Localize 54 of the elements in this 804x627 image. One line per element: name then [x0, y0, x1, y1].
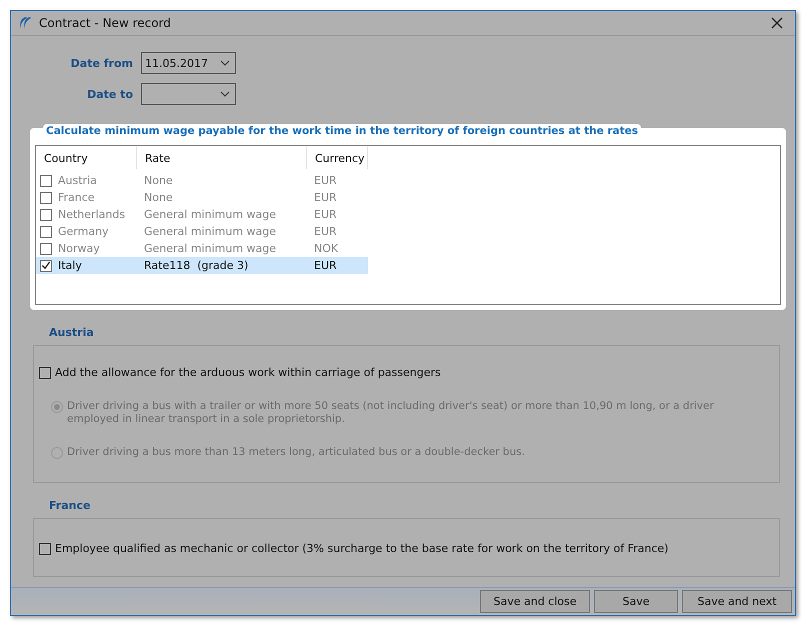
- table-cell-text: NOK: [313, 242, 340, 255]
- checkbox[interactable]: [39, 366, 51, 378]
- checkbox[interactable]: [40, 260, 52, 272]
- table-cell-text: EUR: [313, 174, 338, 187]
- dropdown-caret-icon[interactable]: [220, 60, 230, 66]
- date-field[interactable]: 11.05.2017: [141, 52, 236, 74]
- table-cell-text: None: [143, 191, 174, 204]
- table-cell: Netherlands: [58, 208, 126, 221]
- table-cell: Italy: [58, 259, 82, 272]
- checkbox[interactable]: [40, 242, 52, 254]
- footer-button[interactable]: Save and close: [480, 590, 590, 613]
- table-cell: Norway: [58, 242, 100, 255]
- column-header[interactable]: Rate: [137, 147, 307, 169]
- table-row[interactable]: Norway General minimum wage NOK: [36, 240, 368, 257]
- checkbox-label: Employee qualified as mechanic or collector (3% surcharge to the base rate for work on the territory of France): [55, 542, 668, 555]
- checkbox[interactable]: [40, 192, 52, 204]
- table-cell-text: Rate118 (grade 3): [143, 259, 250, 272]
- field-label: Date from: [70, 56, 134, 70]
- table-cell-text: EUR: [313, 191, 338, 204]
- table-cell-text: General minimum wage: [143, 208, 278, 221]
- field-label: Date to: [86, 88, 134, 100]
- column-header[interactable]: Country: [36, 147, 137, 169]
- footer-button[interactable]: Save: [594, 590, 678, 613]
- group-title: Calculate minimum wage payable for the work time in the territory of foreign countries at the rates: [43, 124, 641, 137]
- close-icon[interactable]: [771, 17, 783, 29]
- table-cell-text: General minimum wage: [143, 242, 278, 255]
- table-row[interactable]: Netherlands General minimum wage EUR: [36, 206, 368, 223]
- table-cell-text: EUR: [313, 225, 338, 238]
- section-title: Austria: [49, 326, 95, 339]
- dropdown-caret-icon[interactable]: [220, 91, 230, 97]
- checkbox-label: Add the allowance for the arduous work within carriage of passengers: [55, 366, 441, 379]
- app-logo-icon: [17, 15, 33, 31]
- table-row[interactable]: Austria None EUR: [36, 172, 368, 189]
- checkbox[interactable]: [40, 174, 52, 186]
- date-field[interactable]: [141, 83, 236, 105]
- section-title: France: [49, 499, 92, 512]
- checkbox[interactable]: [39, 542, 51, 554]
- table-row[interactable]: Italy Rate118 (grade 3) EUR: [36, 257, 368, 274]
- radio-label: Driver driving a bus more than 13 meters long, articulated bus or a double-decker bus.: [67, 446, 525, 459]
- table-cell: France: [58, 191, 95, 204]
- table-row[interactable]: Germany General minimum wage EUR: [36, 223, 368, 240]
- table-cell: Austria: [58, 174, 97, 187]
- checkbox[interactable]: [40, 226, 52, 238]
- table-cell-text: None: [143, 174, 174, 187]
- footer-button[interactable]: Save and next: [682, 590, 792, 613]
- column-header[interactable]: Currency: [307, 147, 368, 169]
- table-cell-text: General minimum wage: [143, 225, 278, 238]
- window-title: Contract - New record: [39, 16, 172, 30]
- table-cell-text: EUR: [313, 259, 338, 272]
- radio-label: Driver driving a bus with a trailer or with more 50 seats (not including driver's seat) or more than 10,90 m long, or a driver employed in linear transport in a sole proprietorship.: [67, 400, 715, 426]
- table-cell-text: EUR: [313, 208, 338, 221]
- table-cell: Germany: [58, 225, 109, 238]
- checkbox[interactable]: [40, 208, 52, 220]
- table-row[interactable]: France None EUR: [36, 189, 368, 206]
